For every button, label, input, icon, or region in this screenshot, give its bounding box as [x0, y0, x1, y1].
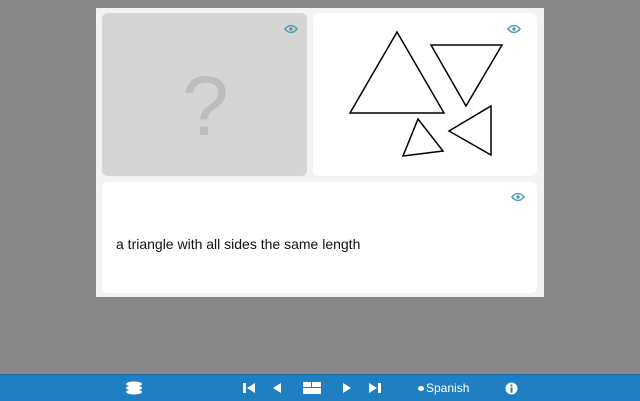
- info-icon[interactable]: [505, 375, 518, 401]
- speech-icon: [418, 385, 424, 391]
- layers-icon[interactable]: [125, 375, 143, 401]
- prev-icon[interactable]: [272, 375, 282, 401]
- eye-icon[interactable]: [511, 192, 525, 202]
- flashcard: ? a triangle with all sides the same len…: [96, 8, 544, 297]
- language-button[interactable]: Spanish: [418, 375, 469, 401]
- text-panel: a triangle with all sides the same lengt…: [102, 182, 537, 293]
- card-view-icon[interactable]: [303, 375, 321, 401]
- description-text: a triangle with all sides the same lengt…: [116, 236, 361, 252]
- last-icon[interactable]: [368, 375, 382, 401]
- language-label: Spanish: [426, 381, 470, 395]
- eye-icon[interactable]: [507, 24, 521, 34]
- bottom-toolbar: Spanish: [0, 374, 640, 401]
- image-panel: [313, 13, 537, 176]
- next-icon[interactable]: [342, 375, 352, 401]
- triangles-image: [348, 30, 504, 157]
- first-icon[interactable]: [242, 375, 256, 401]
